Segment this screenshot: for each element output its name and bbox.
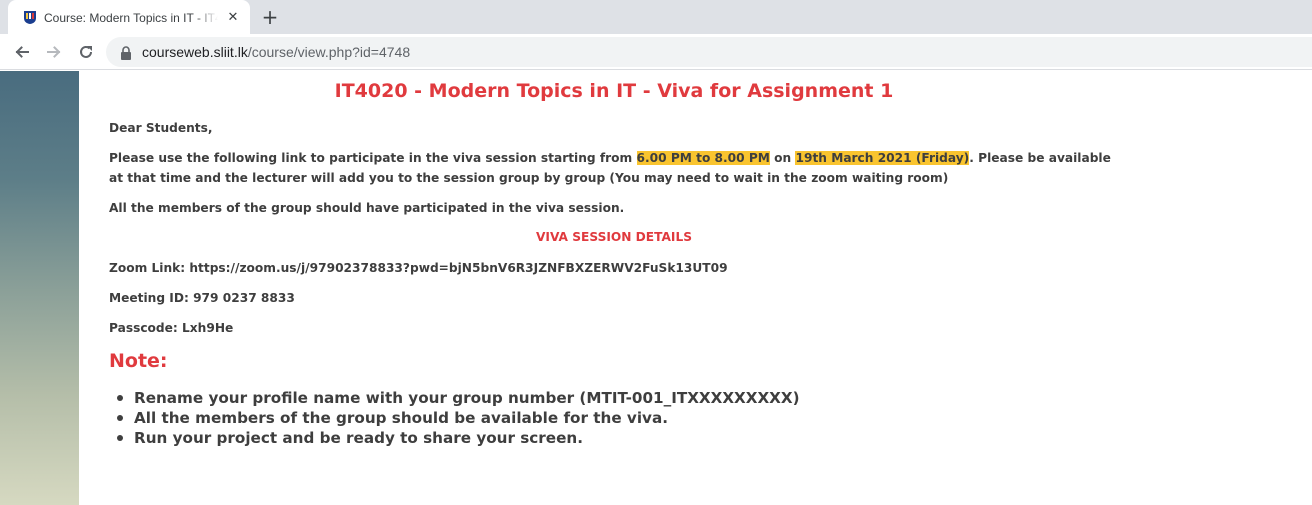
participation-note: All the members of the group should have… bbox=[109, 201, 625, 215]
passcode: Passcode: Lxh9He bbox=[109, 321, 234, 335]
meeting-id: Meeting ID: 979 0237 8833 bbox=[109, 291, 295, 305]
bullet-icon bbox=[117, 395, 123, 401]
greeting-text: Dear Students, bbox=[109, 121, 213, 135]
plus-icon[interactable]: + bbox=[258, 5, 282, 29]
page-background-strip bbox=[0, 71, 79, 505]
list-item: Rename your profile name with your group… bbox=[109, 388, 1009, 408]
intro-text-1: Please use the following link to partici… bbox=[109, 151, 637, 165]
page-content: IT4020 - Modern Topics in IT - Viva for … bbox=[79, 71, 1312, 505]
bullet-icon bbox=[117, 415, 123, 421]
sliit-favicon-icon bbox=[22, 9, 38, 25]
tab-title-fade bbox=[194, 8, 224, 28]
details-heading: VIVA SESSION DETAILS bbox=[535, 230, 692, 244]
page-title: IT4020 - Modern Topics in IT - Viva for … bbox=[334, 80, 894, 102]
browser-toolbar: courseweb.sliit.lk/course/view.php?id=47… bbox=[0, 34, 1312, 70]
intro-text-2: on bbox=[769, 151, 796, 165]
close-icon[interactable]: ✕ bbox=[224, 8, 242, 26]
bullet-icon bbox=[117, 435, 123, 441]
list-item: Run your project and be ready to share y… bbox=[109, 428, 1009, 448]
time-highlight: 6.00 PM to 8.00 PM bbox=[636, 151, 770, 165]
list-item: All the members of the group should be a… bbox=[109, 408, 1009, 428]
forward-arrow-icon[interactable] bbox=[40, 38, 68, 66]
note-heading: Note: bbox=[109, 350, 168, 372]
notes-list: Rename your profile name with your group… bbox=[109, 388, 1009, 448]
address-bar[interactable]: courseweb.sliit.lk/course/view.php?id=47… bbox=[106, 37, 1312, 67]
tab-strip: Course: Modern Topics in IT - IT4020 ✕ + bbox=[0, 0, 1312, 34]
list-item-text: All the members of the group should be a… bbox=[134, 409, 668, 427]
intro-paragraph: Please use the following link to partici… bbox=[109, 148, 1119, 188]
back-arrow-icon[interactable] bbox=[8, 38, 36, 66]
zoom-link[interactable]: Zoom Link: https://zoom.us/j/97902378833… bbox=[109, 258, 1119, 278]
url-text[interactable]: courseweb.sliit.lk/course/view.php?id=47… bbox=[142, 44, 410, 60]
reload-icon[interactable] bbox=[72, 38, 100, 66]
date-highlight: 19th March 2021 (Friday) bbox=[795, 151, 970, 165]
browser-tab[interactable]: Course: Modern Topics in IT - IT4020 ✕ bbox=[8, 0, 250, 34]
list-item-text: Rename your profile name with your group… bbox=[134, 389, 800, 407]
list-item-text: Run your project and be ready to share y… bbox=[134, 429, 583, 447]
lock-icon[interactable] bbox=[120, 45, 132, 60]
url-host: courseweb.sliit.lk bbox=[142, 44, 248, 60]
url-path: /course/view.php?id=4748 bbox=[247, 44, 411, 60]
